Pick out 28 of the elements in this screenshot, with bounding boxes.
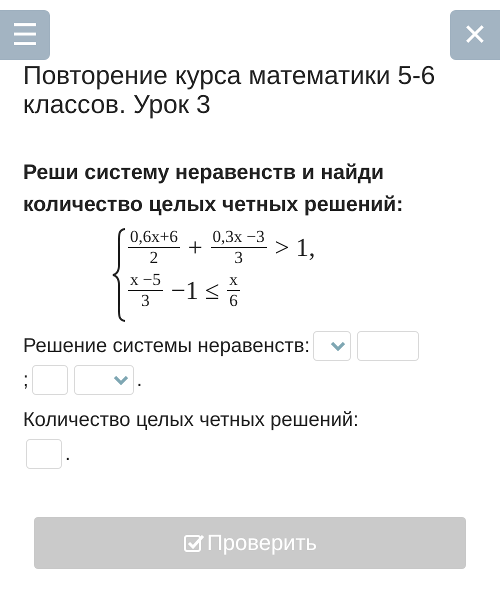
answer-field[interactable]	[356, 331, 419, 361]
math-operator: −1 ≤	[170, 276, 220, 306]
denominator: 6	[228, 291, 239, 311]
answer-field[interactable]	[26, 439, 62, 469]
denominator: 2	[148, 248, 160, 268]
denominator: 3	[140, 291, 151, 311]
chevron-down-icon	[330, 341, 346, 351]
lesson-title: Повторение курса математики 5-6 классов. Урок 3	[23, 61, 436, 119]
answer-label: ;	[23, 368, 29, 392]
answer-label: Решение системы неравенств:	[23, 334, 310, 358]
math-operator: +	[188, 232, 203, 262]
answer-label: .	[136, 368, 142, 392]
numerator: 0,3x −3	[210, 227, 267, 248]
numerator: x −5	[128, 270, 163, 291]
numerator: 0,6x+6	[128, 227, 180, 248]
dropdown[interactable]	[74, 365, 134, 395]
answer-label: Количество целых четных решений:	[23, 408, 359, 432]
question-text: Реши систему неравенств и найди количество целых четных решений:	[23, 160, 404, 218]
denominator: 3	[233, 248, 244, 268]
math-operator: > 1,	[274, 232, 316, 262]
dropdown[interactable]	[312, 331, 351, 361]
numerator: x	[227, 270, 240, 291]
close-button[interactable]: ✕	[450, 10, 500, 60]
answer-field[interactable]	[32, 365, 68, 395]
chevron-down-icon	[112, 375, 129, 385]
answer-label: .	[65, 442, 71, 466]
checkbox-icon	[182, 532, 205, 554]
menu-button[interactable]: ☰	[0, 10, 50, 60]
